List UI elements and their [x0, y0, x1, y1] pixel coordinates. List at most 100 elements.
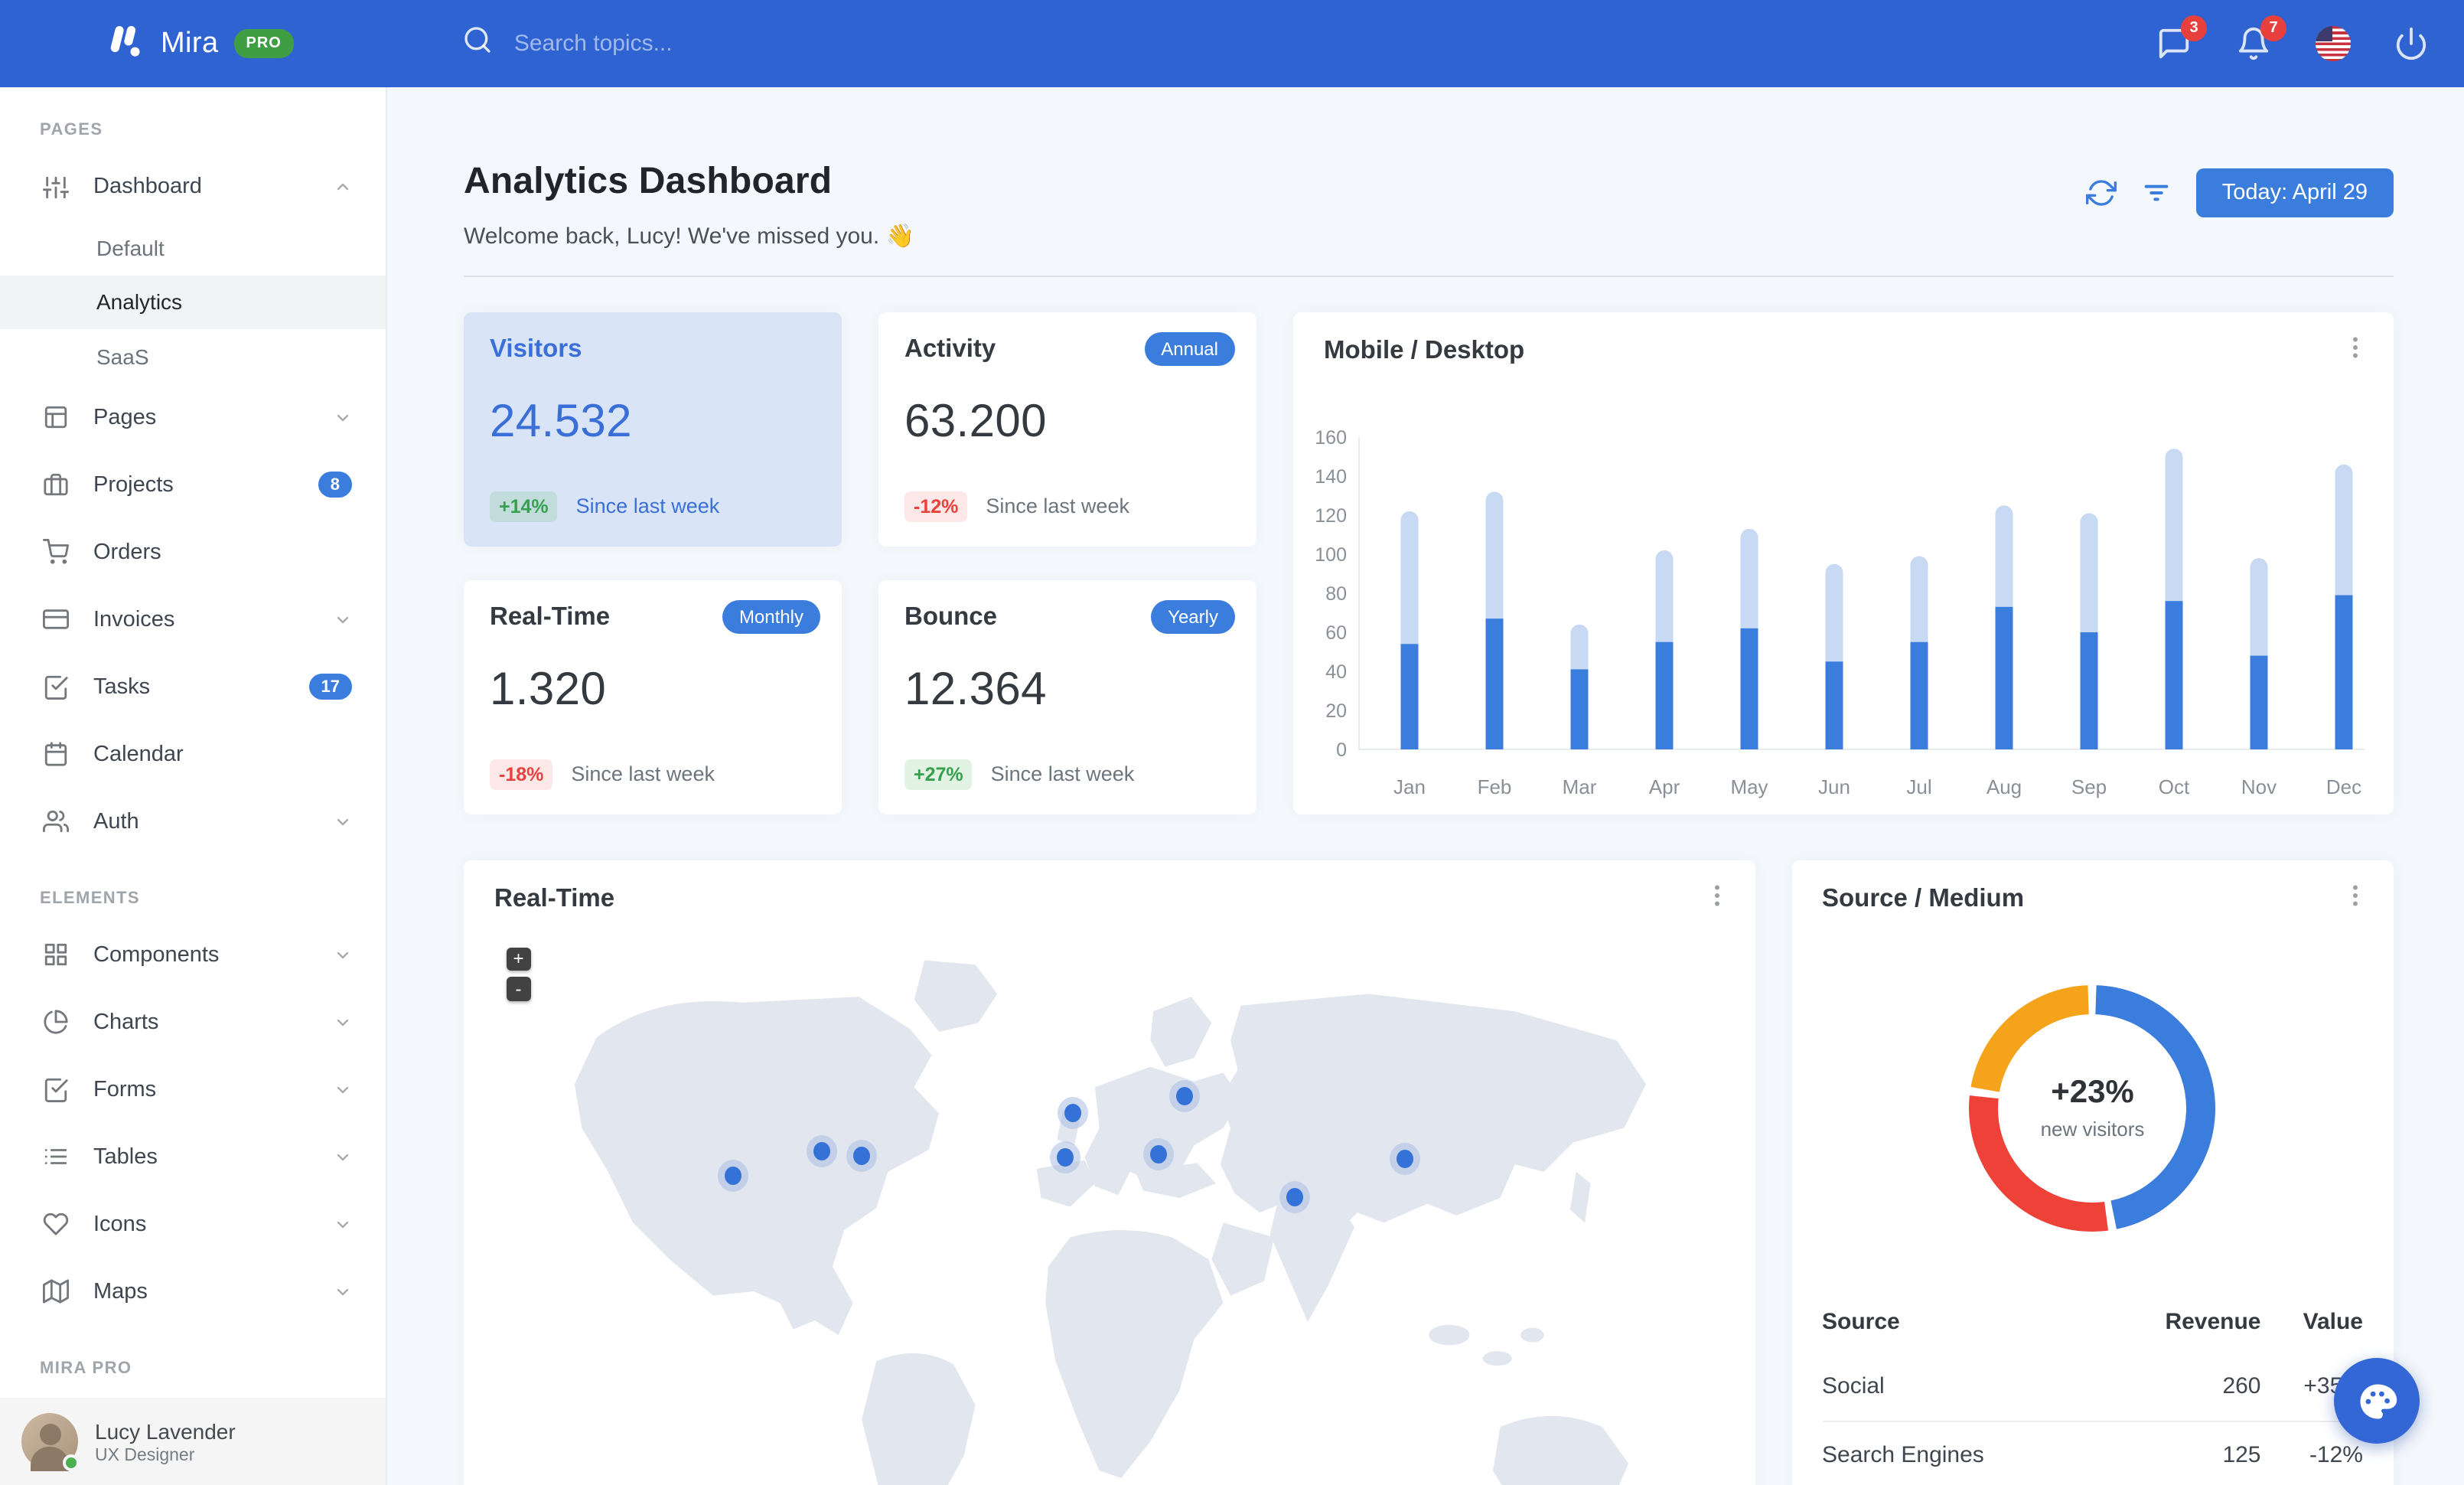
svg-text:Oct: Oct — [2159, 775, 2190, 798]
sidebar-item-orders[interactable]: Orders — [0, 518, 386, 586]
map-marker[interactable] — [1397, 1149, 1414, 1168]
sidebar: PAGES Dashboard Default Analytics SaaS Pages P… — [0, 87, 387, 1485]
sidebar-subitem-analytics[interactable]: Analytics — [0, 275, 386, 329]
stat-value: 1.320 — [490, 664, 607, 715]
sidebar-section-label: PAGES — [40, 121, 103, 139]
sidebar-item-label: Auth — [93, 809, 139, 834]
theme-settings-fab[interactable] — [2334, 1358, 2420, 1444]
sidebar-item-charts[interactable]: Charts — [0, 988, 386, 1056]
column-header: Source — [1822, 1308, 1900, 1334]
chevron-down-icon — [337, 951, 349, 958]
sign-out-button[interactable] — [2394, 25, 2430, 62]
chevron-up-icon — [337, 183, 349, 191]
messages-button[interactable]: 3 — [2156, 15, 2207, 62]
palette-icon — [2359, 1383, 2397, 1418]
source-table: Source Revenue Value Social 260 +35% Search… — [1822, 1293, 2363, 1485]
kebab-menu-icon[interactable] — [2342, 334, 2369, 361]
heart-icon — [43, 1212, 69, 1235]
map-marker[interactable] — [1056, 1147, 1074, 1167]
kebab-menu-icon[interactable] — [1703, 881, 1730, 909]
search-bar[interactable] — [462, 24, 2156, 63]
sidebar-item-pages[interactable]: Pages — [0, 383, 386, 451]
messages-badge: 3 — [2181, 15, 2207, 41]
sidebar-section-label: MIRA PRO — [40, 1359, 132, 1377]
world-map[interactable]: + - — [494, 922, 1724, 1485]
main-content: Analytics Dashboard Welcome back, Lucy! … — [387, 87, 2464, 1485]
sidebar-item-icons[interactable]: Icons — [0, 1190, 386, 1258]
svg-text:100: 100 — [1315, 544, 1347, 566]
mira-logo-icon — [104, 19, 145, 68]
pie-chart-icon — [44, 1010, 68, 1034]
sidebar-user-footer[interactable]: Lucy Lavender UX Designer — [0, 1398, 386, 1485]
donut-center-label: new visitors — [2040, 1118, 2145, 1141]
map-marker[interactable] — [1286, 1188, 1304, 1207]
sidebar-item-auth[interactable]: Auth — [0, 788, 386, 855]
sidebar-item-calendar[interactable]: Calendar — [0, 720, 386, 788]
language-flag-button[interactable] — [2316, 26, 2351, 61]
map-marker[interactable] — [1175, 1086, 1193, 1105]
date-range-button[interactable]: Today: April 29 — [2195, 168, 2394, 217]
sidebar-item-label: Tasks — [93, 674, 151, 699]
filter-button[interactable] — [2141, 178, 2172, 208]
svg-text:160: 160 — [1315, 427, 1347, 449]
map-marker[interactable] — [1149, 1144, 1167, 1164]
svg-text:Jun: Jun — [1818, 775, 1850, 798]
svg-text:May: May — [1730, 775, 1768, 798]
stat-title: Visitors — [490, 335, 582, 363]
chart-title: Mobile / Desktop — [1324, 337, 1525, 364]
map-marker[interactable] — [725, 1167, 742, 1186]
chevron-down-icon — [337, 1085, 349, 1093]
world-map-continents — [574, 959, 1647, 1485]
map-marker[interactable] — [813, 1141, 830, 1160]
svg-text:40: 40 — [1325, 661, 1347, 683]
stat-caption: Since last week — [575, 494, 720, 517]
notifications-badge: 7 — [2260, 15, 2286, 41]
map-marker[interactable] — [1064, 1104, 1081, 1123]
svg-text:Nov: Nov — [2241, 775, 2277, 798]
header-divider — [464, 276, 2394, 277]
donut-chart: +23% new visitors — [1963, 977, 2223, 1238]
sidebar-item-dashboard[interactable]: Dashboard — [0, 153, 386, 220]
revenue-cell: 260 — [2222, 1373, 2261, 1399]
sidebar-item-invoices[interactable]: Invoices — [0, 586, 386, 653]
sidebar-item-tasks[interactable]: Tasks 17 — [0, 653, 386, 720]
power-icon — [2396, 26, 2427, 60]
table-row: Social 260 +35% — [1822, 1353, 2363, 1421]
sidebar-subitem-saas[interactable]: SaaS — [0, 329, 386, 383]
source-title: Source / Medium — [1822, 884, 2025, 912]
sliders-icon — [43, 175, 70, 198]
stat-card-visitors: Visitors 24.532 +14% Since last week — [464, 312, 842, 546]
source-medium-card: Source / Medium +23% new visitors Source — [1791, 860, 2394, 1485]
period-pill[interactable]: Yearly — [1151, 600, 1235, 634]
period-pill[interactable]: Monthly — [722, 600, 820, 634]
sidebar-item-label: Orders — [93, 540, 161, 564]
sidebar-item-label: Components — [93, 942, 220, 967]
notifications-button[interactable]: 7 — [2236, 15, 2286, 62]
sidebar-item-projects[interactable]: Projects 8 — [0, 451, 386, 518]
list-icon — [44, 1149, 67, 1164]
user-name: Lucy Lavender — [95, 1418, 236, 1443]
refresh-button[interactable] — [2085, 178, 2117, 208]
header-actions: Today: April 29 — [2085, 168, 2394, 217]
analytics-dashboard-app: Mira PRO 3 7 PAGE — [0, 0, 2464, 1485]
map-zoom-in-button[interactable]: + — [507, 947, 530, 971]
sidebar-subitem-default[interactable]: Default — [0, 220, 386, 275]
sidebar-item-forms[interactable]: Forms — [0, 1056, 386, 1123]
kebab-menu-icon[interactable] — [2342, 881, 2369, 909]
sidebar-item-maps[interactable]: Maps — [0, 1258, 386, 1325]
period-pill[interactable]: Annual — [1144, 332, 1235, 366]
welcome-message: Welcome back, Lucy! We've missed you. 👋 — [464, 224, 914, 250]
page-title: Analytics Dashboard — [464, 161, 833, 202]
stat-change-badge: -12% — [904, 491, 968, 521]
stat-value: 63.200 — [904, 397, 1047, 447]
sidebar-item-components[interactable]: Components — [0, 921, 386, 988]
map-zoom-out-button[interactable]: - — [507, 977, 530, 1000]
table-row: Search Engines 125 -12% — [1822, 1420, 2363, 1485]
stat-cards: Visitors 24.532 +14% Since last week Act… — [464, 312, 1256, 814]
sidebar-item-tables[interactable]: Tables — [0, 1123, 386, 1190]
search-input[interactable] — [513, 31, 973, 57]
map-marker[interactable] — [853, 1146, 871, 1165]
sidebar-item-label: Charts — [93, 1010, 159, 1034]
brand[interactable]: Mira PRO — [104, 19, 294, 68]
realtime-map-card: Real-Time + - — [464, 860, 1755, 1485]
